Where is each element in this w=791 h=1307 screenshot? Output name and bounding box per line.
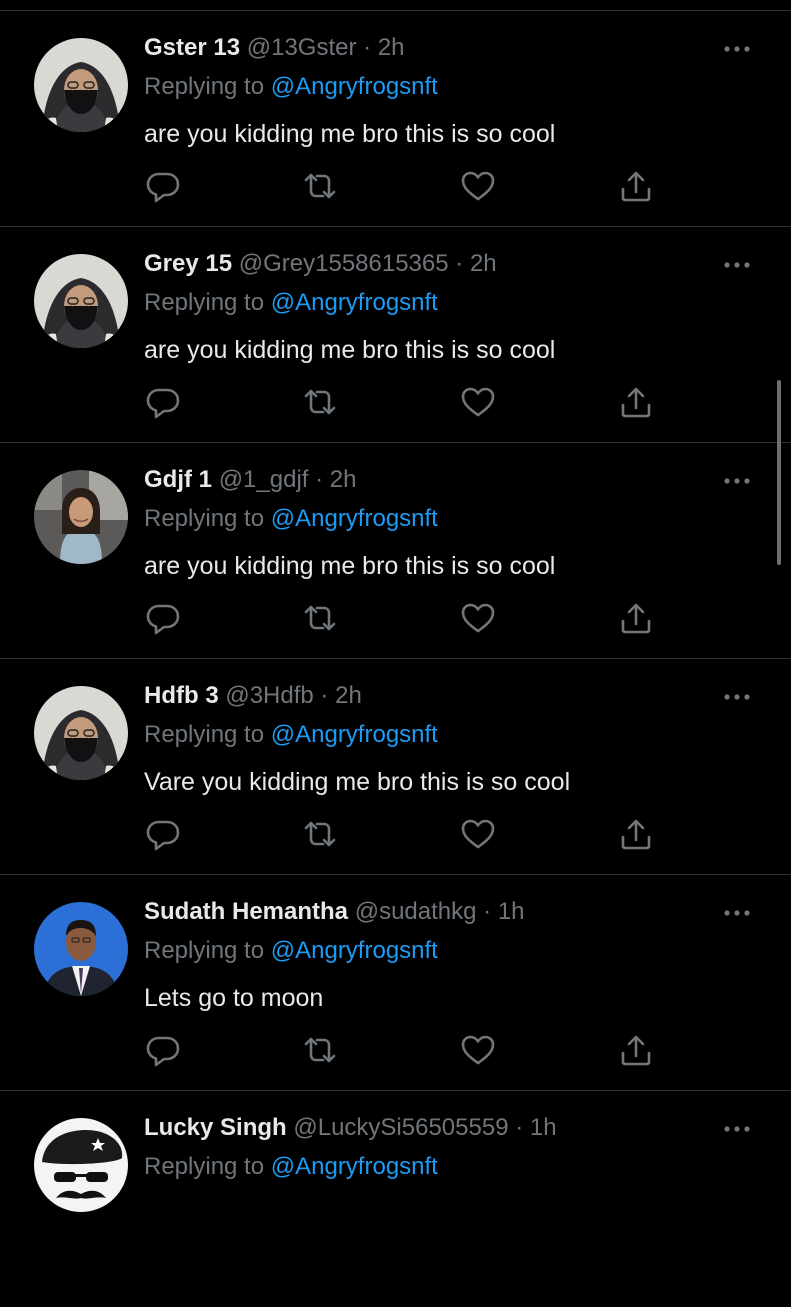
avatar[interactable] xyxy=(34,1118,128,1212)
tweet-text: are you kidding me bro this is so cool xyxy=(144,120,556,148)
author-handle[interactable]: @3Hdfb xyxy=(225,682,313,709)
replying-to: Replying to @Angryfrogsnft xyxy=(144,288,438,318)
replying-to: Replying to @Angryfrogsnft xyxy=(144,936,438,966)
timestamp[interactable]: 2h xyxy=(470,250,497,277)
more-horizontal-icon[interactable] xyxy=(721,473,753,489)
reply-icon[interactable] xyxy=(145,816,181,852)
tweet-reply[interactable]: Sudath Hemantha @sudathkg · 1h Replying t… xyxy=(0,875,791,1091)
replying-to: Replying to @Angryfrogsnft xyxy=(144,504,438,534)
retweet-icon[interactable] xyxy=(302,816,338,852)
author-name[interactable]: Grey 15 xyxy=(144,250,232,277)
mention-link[interactable]: @Angryfrogsnft xyxy=(271,289,438,316)
author-handle[interactable]: @13Gster xyxy=(247,34,357,61)
timestamp[interactable]: 1h xyxy=(498,898,525,925)
replying-to-label: Replying to xyxy=(144,289,271,316)
separator-dot: · xyxy=(515,1114,524,1141)
reply-icon[interactable] xyxy=(145,384,181,420)
avatar[interactable] xyxy=(34,470,128,564)
tweet-header: Lucky Singh @LuckySi56505559 · 1h xyxy=(144,1113,557,1143)
tweet-header: Gster 13 @13Gster · 2h xyxy=(144,33,405,63)
retweet-icon[interactable] xyxy=(302,600,338,636)
author-handle[interactable]: @LuckySi56505559 xyxy=(293,1114,508,1141)
mention-link[interactable]: @Angryfrogsnft xyxy=(271,1153,438,1180)
tweet-header: Hdfb 3 @3Hdfb · 2h xyxy=(144,681,362,711)
timestamp[interactable]: 2h xyxy=(378,34,405,61)
author-handle[interactable]: @Grey1558615365 xyxy=(239,250,449,277)
author-name[interactable]: Sudath Hemantha xyxy=(144,898,348,925)
mention-link[interactable]: @Angryfrogsnft xyxy=(271,505,438,532)
reply-icon[interactable] xyxy=(145,168,181,204)
more-horizontal-icon[interactable] xyxy=(721,41,753,57)
share-icon[interactable] xyxy=(618,1032,654,1068)
tweet-header: Sudath Hemantha @sudathkg · 1h xyxy=(144,897,525,927)
tweet-text: Vare you kidding me bro this is so cool xyxy=(144,768,571,796)
avatar[interactable] xyxy=(34,902,128,996)
tweet-header: Gdjf 1 @1_gdjf · 2h xyxy=(144,465,357,495)
heart-icon[interactable] xyxy=(460,384,496,420)
more-horizontal-icon[interactable] xyxy=(721,689,753,705)
mention-link[interactable]: @Angryfrogsnft xyxy=(271,721,438,748)
share-icon[interactable] xyxy=(618,168,654,204)
replying-to-label: Replying to xyxy=(144,1153,271,1180)
more-horizontal-icon[interactable] xyxy=(721,1121,753,1137)
replying-to-label: Replying to xyxy=(144,505,271,532)
separator-dot: · xyxy=(315,466,324,493)
avatar[interactable] xyxy=(34,254,128,348)
more-horizontal-icon[interactable] xyxy=(721,905,753,921)
author-handle[interactable]: @sudathkg xyxy=(355,898,477,925)
separator-dot: · xyxy=(363,34,372,61)
more-horizontal-icon[interactable] xyxy=(721,257,753,273)
tweet-text: are you kidding me bro this is so cool xyxy=(144,552,556,580)
tweet-reply[interactable]: Lucky Singh @LuckySi56505559 · 1h Replyin… xyxy=(0,1091,791,1307)
tweet-text: Lets go to moon xyxy=(144,984,324,1012)
share-icon[interactable] xyxy=(618,384,654,420)
tweet-reply[interactable]: Hdfb 3 @3Hdfb · 2h Replying to @Angryfrog… xyxy=(0,659,791,875)
mention-link[interactable]: @Angryfrogsnft xyxy=(271,937,438,964)
author-name[interactable]: Gster 13 xyxy=(144,34,240,61)
replying-to-label: Replying to xyxy=(144,73,271,100)
reply-icon[interactable] xyxy=(145,1032,181,1068)
timestamp[interactable]: 2h xyxy=(330,466,357,493)
replying-to-label: Replying to xyxy=(144,937,271,964)
reply-feed: Gster 13 @13Gster · 2h Replying to @Angry… xyxy=(0,11,791,1307)
mention-link[interactable]: @Angryfrogsnft xyxy=(271,73,438,100)
timestamp[interactable]: 1h xyxy=(530,1114,557,1141)
author-name[interactable]: Lucky Singh xyxy=(144,1114,287,1141)
retweet-icon[interactable] xyxy=(302,1032,338,1068)
tweet-reply[interactable]: Gdjf 1 @1_gdjf · 2h Replying to @Angryfro… xyxy=(0,443,791,659)
heart-icon[interactable] xyxy=(460,600,496,636)
replying-to: Replying to @Angryfrogsnft xyxy=(144,1152,438,1182)
separator-dot: · xyxy=(455,250,464,277)
author-name[interactable]: Gdjf 1 xyxy=(144,466,212,493)
author-handle[interactable]: @1_gdjf xyxy=(219,466,309,493)
avatar[interactable] xyxy=(34,686,128,780)
heart-icon[interactable] xyxy=(460,168,496,204)
share-icon[interactable] xyxy=(618,600,654,636)
reply-icon[interactable] xyxy=(145,600,181,636)
share-icon[interactable] xyxy=(618,816,654,852)
heart-icon[interactable] xyxy=(460,1032,496,1068)
tweet-header: Grey 15 @Grey1558615365 · 2h xyxy=(144,249,497,279)
tweet-reply[interactable]: Grey 15 @Grey1558615365 · 2h Replying to … xyxy=(0,227,791,443)
heart-icon[interactable] xyxy=(460,816,496,852)
tweet-reply[interactable]: Gster 13 @13Gster · 2h Replying to @Angry… xyxy=(0,11,791,227)
retweet-icon[interactable] xyxy=(302,384,338,420)
separator-dot: · xyxy=(320,682,329,709)
scrollbar[interactable] xyxy=(777,380,781,565)
replying-to-label: Replying to xyxy=(144,721,271,748)
replying-to: Replying to @Angryfrogsnft xyxy=(144,72,438,102)
retweet-icon[interactable] xyxy=(302,168,338,204)
separator-dot: · xyxy=(483,898,492,925)
author-name[interactable]: Hdfb 3 xyxy=(144,682,219,709)
timestamp[interactable]: 2h xyxy=(335,682,362,709)
replying-to: Replying to @Angryfrogsnft xyxy=(144,720,438,750)
avatar[interactable] xyxy=(34,38,128,132)
tweet-text: are you kidding me bro this is so cool xyxy=(144,336,556,364)
